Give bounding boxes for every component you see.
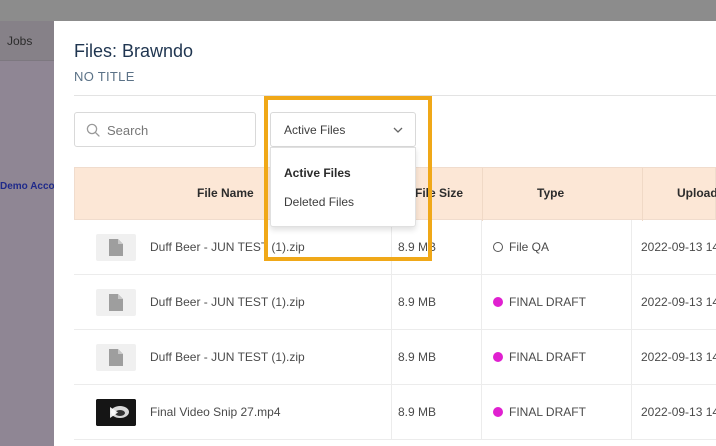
file-type: FINAL DRAFT xyxy=(493,295,586,309)
column-header-file-name[interactable]: File Name xyxy=(197,186,254,200)
column-divider xyxy=(481,330,482,385)
type-status-dot xyxy=(493,242,503,252)
file-size: 8.9 MB xyxy=(398,405,437,419)
nav-jobs-label: Jobs xyxy=(7,34,33,48)
column-divider xyxy=(391,385,392,440)
column-divider xyxy=(631,220,632,275)
file-type: FINAL DRAFT xyxy=(493,405,586,419)
file-uploaded: 2022-09-13 14 xyxy=(641,350,716,364)
file-icon xyxy=(96,289,136,316)
column-divider xyxy=(391,330,392,385)
modal-subtitle: NO TITLE xyxy=(74,69,135,84)
file-name[interactable]: Duff Beer - JUN TEST (1).zip xyxy=(150,350,305,364)
file-name[interactable]: Duff Beer - JUN TEST (1).zip xyxy=(150,295,305,309)
file-uploaded: 2022-09-13 14 xyxy=(641,405,716,419)
column-divider xyxy=(482,168,483,221)
column-divider xyxy=(642,168,643,221)
modal-title: Files: Brawndo xyxy=(74,41,194,61)
background-topbar xyxy=(0,0,716,21)
type-status-dot xyxy=(493,297,503,307)
divider xyxy=(74,95,716,96)
type-status-dot xyxy=(493,352,503,362)
file-uploaded: 2022-09-13 14 xyxy=(641,295,716,309)
background-sidebar xyxy=(0,21,54,446)
file-type-label: FINAL DRAFT xyxy=(509,350,586,364)
chevron-down-icon xyxy=(393,127,403,133)
file-type: FINAL DRAFT xyxy=(493,350,586,364)
file-type-label: File QA xyxy=(509,240,550,254)
file-uploaded: 2022-09-13 14 xyxy=(641,240,716,254)
column-divider xyxy=(631,330,632,385)
table-row[interactable]: Duff Beer - JUN TEST (1).zip 8.9 MB FINA… xyxy=(74,275,716,330)
search-input[interactable] xyxy=(107,121,247,139)
column-header-uploaded[interactable]: Uploaded xyxy=(677,186,716,200)
column-divider xyxy=(391,275,392,330)
search-box[interactable] xyxy=(74,112,256,147)
column-divider xyxy=(481,385,482,440)
file-name[interactable]: Duff Beer - JUN TEST (1).zip xyxy=(150,240,305,254)
nav-jobs: Jobs xyxy=(0,21,54,61)
option-active-files[interactable]: Active Files xyxy=(284,166,351,180)
file-icon xyxy=(96,234,136,261)
search-icon xyxy=(86,123,100,137)
option-deleted-files[interactable]: Deleted Files xyxy=(284,195,354,209)
column-divider xyxy=(481,220,482,275)
table-row[interactable]: Duff Beer - JUN TEST (1).zip 8.9 MB FINA… xyxy=(74,330,716,385)
file-status-select[interactable]: Active Files xyxy=(270,112,416,147)
column-header-type[interactable]: Type xyxy=(537,186,564,200)
type-status-dot xyxy=(493,407,503,417)
column-header-file-size[interactable]: File Size xyxy=(415,186,463,200)
column-divider xyxy=(391,220,392,275)
video-thumbnail xyxy=(96,399,136,426)
file-icon xyxy=(96,344,136,371)
column-divider xyxy=(631,275,632,330)
file-status-dropdown: Active Files Deleted Files xyxy=(270,147,416,227)
file-type: File QA xyxy=(493,240,549,254)
file-size: 8.9 MB xyxy=(398,295,437,309)
column-divider xyxy=(481,275,482,330)
file-type-label: FINAL DRAFT xyxy=(509,405,586,419)
file-status-selected: Active Files xyxy=(284,123,346,137)
table-row[interactable]: Duff Beer - JUN TEST (1).zip 8.9 MB File… xyxy=(74,220,716,275)
column-divider xyxy=(631,385,632,440)
table-row[interactable]: Final Video Snip 27.mp4 8.9 MB FINAL DRA… xyxy=(74,385,716,440)
file-size: 8.9 MB xyxy=(398,240,437,254)
file-size: 8.9 MB xyxy=(398,350,437,364)
files-modal: Files: Brawndo NO TITLE Active Files Act… xyxy=(54,21,716,446)
demo-account-label: Demo Account xyxy=(0,181,54,192)
file-name[interactable]: Final Video Snip 27.mp4 xyxy=(150,405,281,419)
file-type-label: FINAL DRAFT xyxy=(509,295,586,309)
